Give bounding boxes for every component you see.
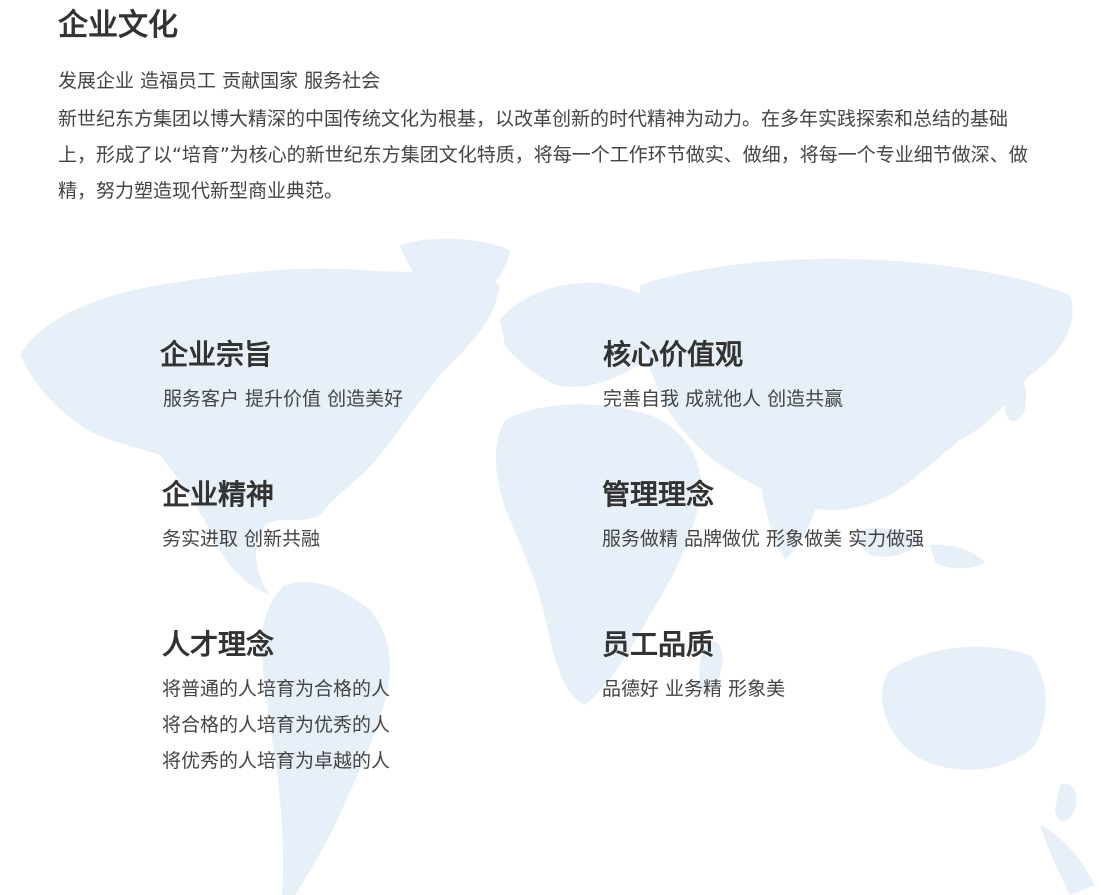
card-title: 企业精神: [162, 478, 275, 511]
card-line: 务实进取 创新共融: [162, 528, 321, 550]
card-line: 将合格的人培育为优秀的人: [162, 714, 391, 736]
culture-intro: 新世纪东方集团以博大精深的中国传统文化为根基，以改革创新的时代精神为动力。在多年…: [58, 108, 1028, 202]
world-map-icon: [20, 238, 1095, 895]
card-management-philosophy: 管理理念 服务做精 品牌做优 形象做美 实力做强: [602, 476, 924, 557]
card-line: 将优秀的人培育为卓越的人: [162, 750, 391, 772]
card-mission: 企业宗旨 服务客户 提升价值 创造美好: [160, 336, 403, 417]
card-core-values: 核心价值观 完善自我 成就他人 创造共赢: [603, 336, 843, 417]
card-line: 将普通的人培育为合格的人: [162, 678, 391, 700]
card-spirit: 企业精神 务实进取 创新共融: [162, 476, 320, 557]
card-title: 人才理念: [162, 628, 275, 661]
card-line: 服务做精 品牌做优 形象做美 实力做强: [602, 528, 925, 550]
culture-slogan: 发展企业 造福员工 贡献国家 服务社会: [58, 70, 381, 92]
card-line: 服务客户 提升价值 创造美好: [163, 388, 404, 410]
card-title: 管理理念: [602, 478, 715, 511]
card-title: 核心价值观: [603, 338, 744, 371]
card-line: 完善自我 成就他人 创造共赢: [603, 388, 844, 410]
card-line: 品德好 业务精 形象美: [602, 678, 786, 700]
card-title: 企业宗旨: [160, 338, 273, 371]
card-title: 员工品质: [602, 628, 715, 661]
card-employee-quality: 员工品质 品德好 业务精 形象美: [602, 626, 785, 707]
page-title: 企业文化: [58, 8, 178, 43]
card-talent-philosophy: 人才理念 将普通的人培育为合格的人 将合格的人培育为优秀的人 将优秀的人培育为卓…: [162, 626, 390, 779]
